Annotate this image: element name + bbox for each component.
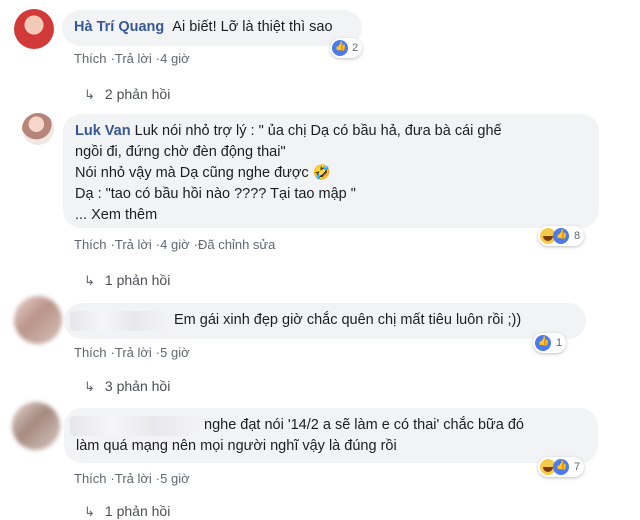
author-name-blurred	[70, 311, 166, 331]
reaction-count: 8	[574, 230, 581, 242]
like-icon	[332, 40, 348, 56]
avatar[interactable]	[14, 9, 54, 49]
comment-actions: Thích ·Trả lời ·4 giờ ·Đã chỉnh sửa	[74, 237, 276, 252]
replies-count[interactable]: 3 phản hồi	[105, 378, 170, 394]
view-replies[interactable]: ↳ 1 phản hồi	[84, 272, 170, 289]
replies-count[interactable]: 2 phản hồi	[105, 86, 170, 102]
see-more-link[interactable]: ... Xem thêm	[75, 205, 587, 226]
reaction-badge[interactable]: 8	[538, 226, 585, 246]
timestamp[interactable]: 5 giờ	[160, 471, 190, 486]
reaction-count: 7	[574, 461, 581, 473]
reaction-badge[interactable]: 7	[538, 457, 585, 477]
view-replies[interactable]: ↳ 2 phản hồi	[84, 86, 170, 103]
comment-author[interactable]: Hà Trí Quang	[74, 19, 164, 35]
like-link[interactable]: Thích	[74, 51, 107, 66]
edited-label: Đã chỉnh sửa	[197, 237, 276, 252]
reply-link[interactable]: Trả lời	[115, 345, 152, 360]
like-icon	[535, 335, 551, 351]
comment-text-line: làm quá mạng nên mọi người nghĩ vậy là đ…	[76, 438, 397, 454]
like-link[interactable]: Thích	[74, 471, 107, 486]
replies-count[interactable]: 1 phản hồi	[105, 272, 170, 288]
reply-arrow-icon: ↳	[84, 504, 95, 519]
like-link[interactable]: Thích	[74, 345, 107, 360]
like-link[interactable]: Thích	[74, 237, 107, 252]
comment-bubble: Em gái xinh đẹp giờ chắc quên chị mất ti…	[64, 303, 586, 339]
comment-text: Ai biết! Lỡ là thiệt thì sao	[172, 19, 333, 35]
comment-actions: Thích ·Trả lời ·4 giờ	[74, 51, 190, 66]
timestamp[interactable]: 5 giờ	[160, 345, 190, 360]
comment-actions: Thích ·Trả lời ·5 giờ	[74, 345, 190, 360]
comment-text: Em gái xinh đẹp giờ chắc quên chị mất ti…	[174, 312, 522, 328]
comment-text-line: ngồi đi, đứng chờ đèn động thai"	[75, 144, 286, 160]
comment-text-line: Nói nhỏ vậy mà Dạ cũng nghe được	[75, 165, 309, 181]
replies-count[interactable]: 1 phản hồi	[105, 503, 170, 519]
like-icon	[553, 459, 569, 475]
reaction-count: 1	[556, 337, 563, 349]
timestamp[interactable]: 4 giờ	[160, 51, 190, 66]
reaction-badge[interactable]: 1	[533, 333, 567, 353]
avatar[interactable]	[14, 296, 62, 344]
comment-text-line: nghe đạt nói '14/2 a sẽ làm e có thai' c…	[204, 417, 524, 433]
reply-arrow-icon: ↳	[84, 273, 95, 288]
reaction-badge[interactable]: 2	[330, 38, 363, 58]
reaction-count: 2	[352, 42, 359, 54]
reply-link[interactable]: Trả lời	[115, 51, 152, 66]
view-replies[interactable]: ↳ 3 phản hồi	[84, 378, 170, 395]
comment-text-line: Luk nói nhỏ trợ lý : " ủa chị Dạ có bầu …	[134, 123, 502, 139]
reply-link[interactable]: Trả lời	[115, 471, 152, 486]
comment-actions: Thích ·Trả lời ·5 giờ	[74, 471, 190, 486]
avatar[interactable]	[12, 402, 60, 450]
timestamp[interactable]: 4 giờ	[160, 237, 190, 252]
comment-bubble: Luk Van Luk nói nhỏ trợ lý : " ủa chị Dạ…	[63, 114, 599, 228]
reply-arrow-icon: ↳	[84, 379, 95, 394]
author-name-blurred	[70, 416, 198, 436]
reply-link[interactable]: Trả lời	[115, 237, 152, 252]
comment-text-line: Dạ : "tao có bầu hồi nào ???? Tại tao mậ…	[75, 186, 356, 202]
reply-arrow-icon: ↳	[84, 87, 95, 102]
view-replies[interactable]: ↳ 1 phản hồi	[84, 503, 170, 520]
like-icon	[553, 228, 569, 244]
comment-author[interactable]: Luk Van	[75, 123, 131, 139]
comment-bubble: Hà Trí Quang Ai biết! Lỡ là thiệt thì sa…	[62, 10, 362, 46]
comment-bubble: nghe đạt nói '14/2 a sẽ làm e có thai' c…	[64, 408, 598, 463]
avatar[interactable]	[22, 113, 54, 145]
laughing-emoji-icon: 🤣	[312, 165, 331, 181]
